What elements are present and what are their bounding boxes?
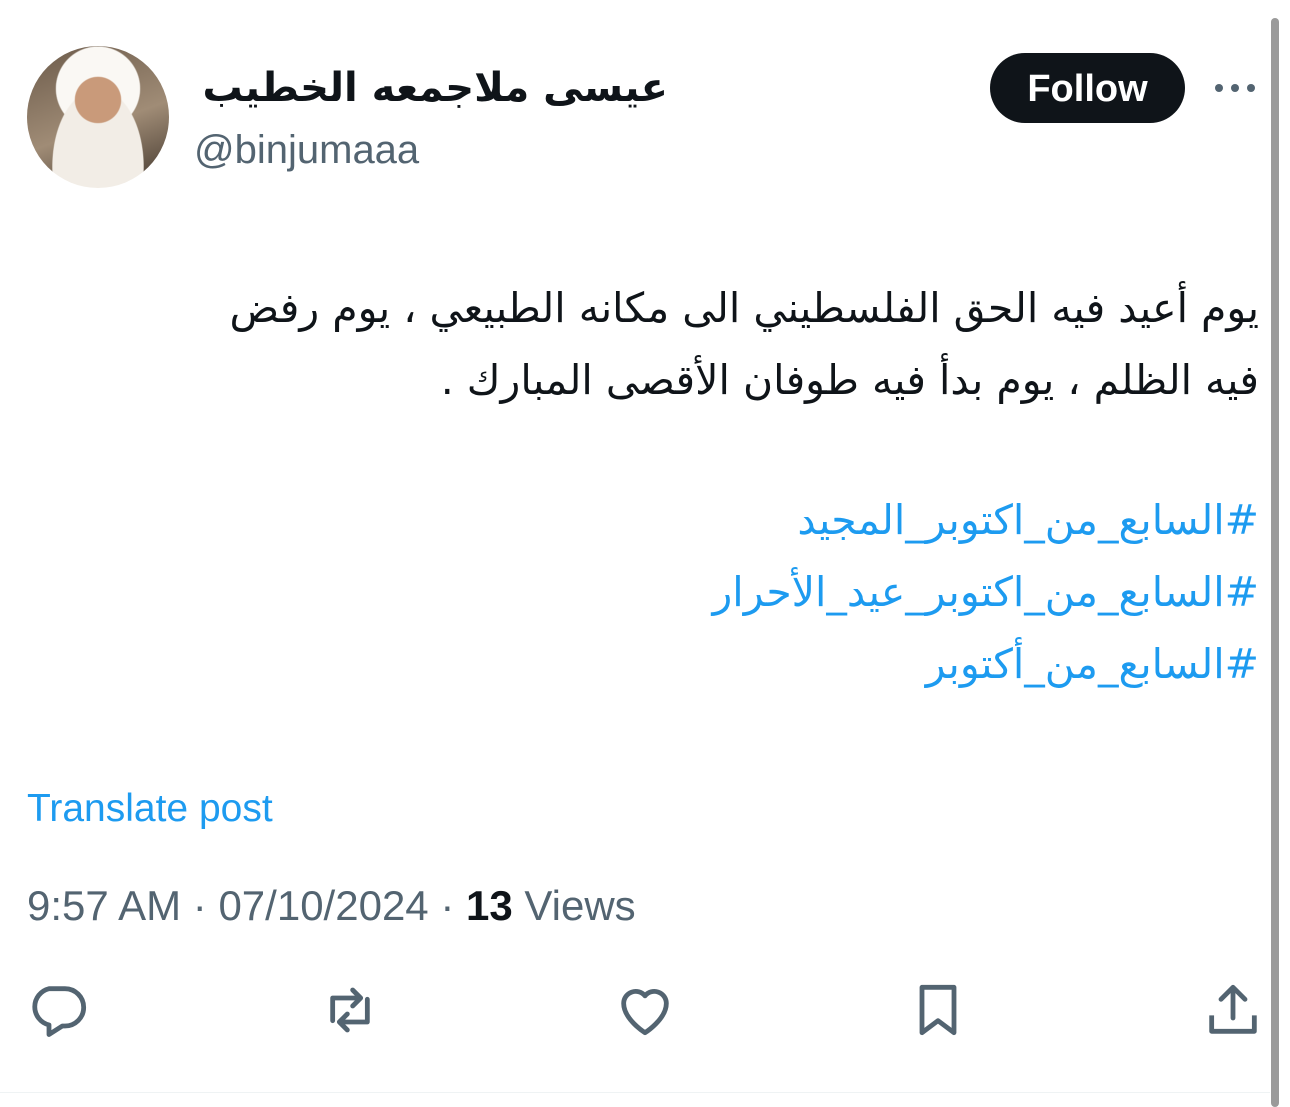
more-options-icon[interactable] bbox=[1213, 80, 1257, 96]
hashtag-link[interactable]: #السابع_من_أكتوبر bbox=[713, 628, 1259, 700]
translate-post-link[interactable]: Translate post bbox=[27, 782, 273, 836]
hashtag-list: #السابع_من_اكتوبر_المجيد #السابع_من_اكتو… bbox=[713, 484, 1260, 700]
like-icon bbox=[621, 989, 669, 1036]
post-metadata: 9:57 AM · 07/10/2024 · 13 Views bbox=[27, 878, 636, 934]
hashtag-link[interactable]: #السابع_من_اكتوبر_عيد_الأحرار bbox=[713, 556, 1260, 628]
share-icon bbox=[1209, 984, 1257, 1034]
bookmark-icon bbox=[919, 984, 957, 1036]
share-button[interactable] bbox=[1201, 978, 1265, 1042]
views-label: Views bbox=[524, 882, 636, 929]
bookmark-button[interactable] bbox=[906, 978, 970, 1042]
meta-separator: · bbox=[440, 882, 455, 929]
reply-icon bbox=[32, 986, 86, 1037]
views-count: 13 bbox=[466, 882, 513, 929]
divider bbox=[0, 1092, 1270, 1093]
follow-button[interactable]: Follow bbox=[990, 53, 1185, 123]
meta-separator: · bbox=[192, 882, 207, 929]
post-time[interactable]: 9:57 AM bbox=[27, 882, 181, 929]
reply-button[interactable] bbox=[25, 978, 89, 1042]
hashtag-link[interactable]: #السابع_من_اكتوبر_المجيد bbox=[713, 484, 1259, 556]
repost-icon bbox=[330, 987, 370, 1033]
post-text: يوم أعيد فيه الحق الفلسطيني الى مكانه ال… bbox=[229, 284, 1259, 404]
author-handle[interactable]: @binjumaaa bbox=[194, 126, 419, 174]
repost-button[interactable] bbox=[318, 978, 382, 1042]
avatar[interactable] bbox=[27, 46, 169, 188]
scrollbar[interactable] bbox=[1271, 18, 1279, 1107]
author-display-name[interactable]: عيسى ملاجمعه الخطيب bbox=[203, 60, 669, 116]
like-button[interactable] bbox=[613, 978, 677, 1042]
post-date[interactable]: 07/10/2024 bbox=[218, 882, 428, 929]
